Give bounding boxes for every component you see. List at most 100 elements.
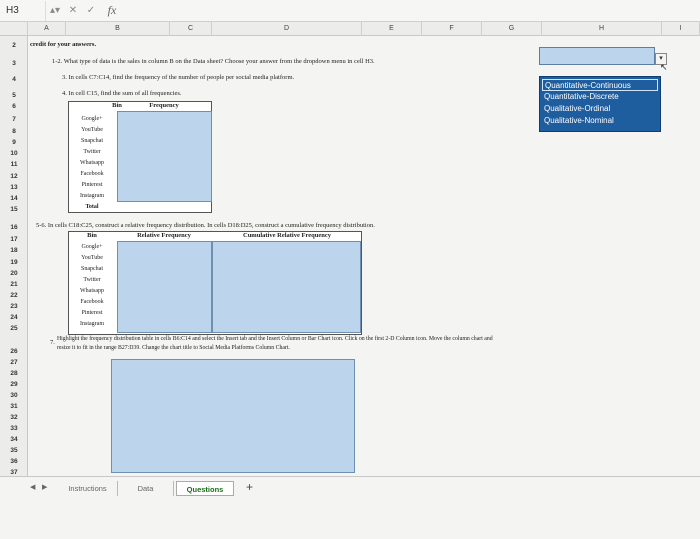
- row-header[interactable]: 33: [0, 425, 28, 432]
- next-sheet-icon[interactable]: ▶: [42, 483, 47, 491]
- frequency-input-cells[interactable]: [117, 111, 212, 202]
- row-header[interactable]: 5: [0, 92, 28, 99]
- confirm-icon[interactable]: ✓: [82, 1, 100, 21]
- row-header[interactable]: 7: [0, 116, 28, 123]
- row-header[interactable]: 20: [0, 270, 28, 277]
- row-header[interactable]: 29: [0, 381, 28, 388]
- dropdown-option[interactable]: Quantitative-Discrete: [540, 91, 660, 103]
- rel-bin-label: Facebook: [80, 299, 104, 305]
- column-header[interactable]: B: [66, 22, 170, 36]
- cancel-icon[interactable]: ✕: [64, 1, 82, 21]
- question-1-2: 1-2. What type of data is the sales in c…: [52, 58, 375, 65]
- freq-bin-label: Google+: [81, 116, 103, 122]
- formula-input[interactable]: [124, 1, 700, 21]
- row-header[interactable]: 36: [0, 458, 28, 465]
- row-header[interactable]: 30: [0, 392, 28, 399]
- column-header[interactable]: C: [170, 22, 212, 36]
- sheet-tab-bar: ◀ ▶ Instructions Data Questions +: [0, 476, 700, 539]
- row-header[interactable]: 35: [0, 447, 28, 454]
- row-header[interactable]: 26: [0, 348, 28, 355]
- formula-bar: H3 ▴▾ ✕ ✓ fx: [0, 0, 700, 22]
- column-header[interactable]: I: [662, 22, 700, 36]
- freq-total-label: Total: [85, 204, 99, 210]
- row-header[interactable]: 8: [0, 128, 28, 135]
- row-header[interactable]: 25: [0, 325, 28, 332]
- row-header[interactable]: 16: [0, 224, 28, 231]
- row-header[interactable]: 6: [0, 103, 28, 110]
- question-5-6: 5-6. In cells C18:C25, construct a relat…: [36, 222, 375, 229]
- freq-bin-label: Whatsapp: [80, 160, 104, 166]
- row-header[interactable]: 21: [0, 281, 28, 288]
- row-header[interactable]: 2: [0, 42, 28, 49]
- row-header[interactable]: 28: [0, 370, 28, 377]
- rel-col-bin: Bin: [87, 232, 97, 239]
- dropdown-option[interactable]: Qualitative-Ordinal: [540, 103, 660, 115]
- answer-dropdown-cell[interactable]: [539, 47, 655, 65]
- tab-instructions[interactable]: Instructions: [58, 481, 118, 496]
- row-header[interactable]: 24: [0, 314, 28, 321]
- row-header[interactable]: 9: [0, 139, 28, 146]
- row-header[interactable]: 37: [0, 469, 28, 476]
- freq-bin-label: YouTube: [81, 127, 103, 133]
- rel-bin-label: Snapchat: [81, 266, 103, 272]
- row-header[interactable]: 17: [0, 236, 28, 243]
- rel-bin-label: Google+: [81, 244, 103, 250]
- rel-bin-label: YouTube: [81, 255, 103, 261]
- question-7-line-2: resize it to fit in the range B27:D39. C…: [57, 345, 290, 351]
- column-headers: A B C D E F G H I: [0, 22, 700, 36]
- instructions-heading: credit for your answers.: [30, 41, 97, 48]
- name-box[interactable]: H3: [0, 0, 46, 21]
- row-headers: 2 3 4 5 6 7 8 9 10 11 12 13 14 15 16 17 …: [0, 36, 28, 476]
- row-header[interactable]: 27: [0, 359, 28, 366]
- dropdown-option[interactable]: Quantitative-Continuous: [542, 79, 658, 91]
- question-4: 4. In cell C15, find the sum of all freq…: [62, 90, 182, 97]
- freq-col-frequency: Frequency: [149, 102, 179, 109]
- row-header[interactable]: 22: [0, 292, 28, 299]
- rel-col-relative-frequency: Relative Frequency: [137, 232, 191, 239]
- rel-bin-label: Pinterest: [81, 310, 103, 316]
- row-header[interactable]: 34: [0, 436, 28, 443]
- row-header[interactable]: 31: [0, 403, 28, 410]
- tab-data[interactable]: Data: [118, 481, 174, 496]
- row-header[interactable]: 23: [0, 303, 28, 310]
- question-7-number: 7.: [50, 339, 55, 346]
- rel-bin-label: Twitter: [83, 277, 101, 283]
- prev-sheet-icon[interactable]: ◀: [30, 483, 35, 491]
- cumulative-frequency-cells[interactable]: [212, 241, 361, 333]
- add-sheet-button[interactable]: +: [246, 480, 253, 494]
- freq-bin-label: Facebook: [80, 171, 104, 177]
- rel-col-cumulative: Cumulative Relative Frequency: [243, 232, 331, 239]
- row-header[interactable]: 12: [0, 173, 28, 180]
- relative-frequency-cells[interactable]: [117, 241, 212, 333]
- function-icon[interactable]: fx: [100, 3, 124, 18]
- row-header[interactable]: 19: [0, 259, 28, 266]
- select-all-corner[interactable]: [0, 22, 28, 36]
- column-header[interactable]: A: [28, 22, 66, 36]
- column-header[interactable]: H: [542, 22, 662, 36]
- question-7-line-1: Highlight the frequency distribution tab…: [57, 336, 493, 342]
- freq-bin-label: Pinterest: [81, 182, 103, 188]
- column-header[interactable]: F: [422, 22, 482, 36]
- rel-bin-label: Instagram: [80, 321, 104, 327]
- row-header[interactable]: 11: [0, 161, 28, 168]
- row-header[interactable]: 3: [0, 60, 28, 67]
- row-header[interactable]: 18: [0, 247, 28, 254]
- row-header[interactable]: 15: [0, 206, 28, 213]
- row-header[interactable]: 4: [0, 76, 28, 83]
- column-header[interactable]: E: [362, 22, 422, 36]
- freq-bin-label: Snapchat: [81, 138, 103, 144]
- formula-bar-expand-icon[interactable]: ▴▾: [46, 1, 64, 21]
- dropdown-option[interactable]: Qualitative-Nominal: [540, 115, 660, 127]
- row-header[interactable]: 13: [0, 184, 28, 191]
- question-3: 3. In cells C7:C14, find the frequency o…: [62, 74, 295, 81]
- rel-bin-label: Whatsapp: [80, 288, 104, 294]
- dropdown-options-list: Quantitative-Continuous Quantitative-Dis…: [539, 76, 661, 132]
- column-header[interactable]: G: [482, 22, 542, 36]
- row-header[interactable]: 14: [0, 195, 28, 202]
- row-header[interactable]: 10: [0, 150, 28, 157]
- row-header[interactable]: 32: [0, 414, 28, 421]
- freq-bin-label: Instagram: [80, 193, 104, 199]
- chart-placement-range[interactable]: [111, 359, 355, 473]
- column-header[interactable]: D: [212, 22, 362, 36]
- tab-questions[interactable]: Questions: [176, 481, 234, 496]
